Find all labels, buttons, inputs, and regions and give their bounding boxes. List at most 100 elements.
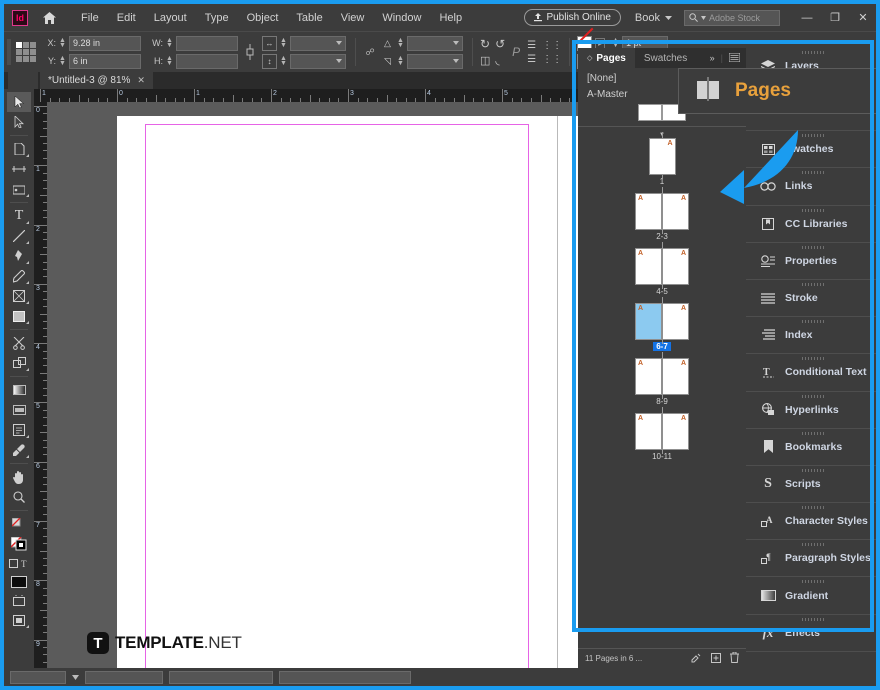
dock-grip[interactable] <box>802 395 824 398</box>
dock-grip[interactable] <box>802 209 824 212</box>
formatting-affects-container-icon[interactable]: T <box>7 554 31 574</box>
scale-x-input[interactable] <box>290 36 346 51</box>
note-tool[interactable] <box>7 420 31 440</box>
book-dropdown[interactable]: Book <box>635 12 672 24</box>
chain-link-icon[interactable]: ☍ <box>363 47 377 58</box>
spread-item[interactable]: A A 4-5 <box>578 248 746 296</box>
home-icon[interactable] <box>40 12 58 24</box>
menu-item-file[interactable]: File <box>72 12 108 24</box>
dock-item-conditional-text[interactable]: T Conditional Text <box>746 354 880 391</box>
pages-list[interactable]: ▼ A 1 A A 2-3 <box>578 127 746 648</box>
spread-thumbnails[interactable]: A A <box>635 193 689 230</box>
dock-item-hyperlinks[interactable]: Hyperlinks <box>746 392 880 429</box>
page-thumbnail-selected[interactable]: A <box>635 303 662 340</box>
page-thumbnail[interactable]: A <box>635 248 662 285</box>
page-thumbnail[interactable]: A <box>662 358 689 395</box>
h-stepper[interactable]: ▲▼ <box>166 56 173 66</box>
dock-item-pages-highlighted[interactable]: Pages <box>678 68 880 114</box>
spread-thumbnails[interactable]: A A <box>635 303 689 340</box>
apply-color-swatch[interactable] <box>7 574 31 590</box>
adobe-stock-search[interactable]: Adobe Stock <box>684 10 780 26</box>
menu-item-type[interactable]: Type <box>196 12 238 24</box>
reference-point-selector[interactable] <box>16 42 36 62</box>
line-tool[interactable] <box>7 226 31 246</box>
dock-grip[interactable] <box>802 246 824 249</box>
rectangle-tool[interactable] <box>7 306 31 326</box>
dock-grip[interactable] <box>802 357 824 360</box>
page-thumbnail[interactable]: A <box>635 193 662 230</box>
spread-thumbnails[interactable]: A <box>649 138 676 175</box>
normal-view-mode-icon[interactable] <box>7 590 31 610</box>
dock-item-stroke[interactable]: Stroke <box>746 280 880 317</box>
preview-mode-icon[interactable] <box>7 610 31 630</box>
menu-item-view[interactable]: View <box>332 12 374 24</box>
rotate-ccw-icon[interactable]: ↺ <box>495 37 505 51</box>
master-thumb-left[interactable] <box>638 104 662 121</box>
page-thumbnail[interactable]: A <box>662 303 689 340</box>
dock-item-character-styles[interactable]: A Character Styles <box>746 503 880 540</box>
expand-panels-icon[interactable]: » <box>710 53 715 63</box>
preflight-status[interactable] <box>169 671 273 684</box>
stroke-swatch-dropdown[interactable]: ▸ <box>595 38 605 49</box>
hand-tool[interactable] <box>7 467 31 487</box>
dock-item-properties[interactable]: Properties <box>746 243 880 280</box>
dock-item-paragraph-styles[interactable]: ¶ Paragraph Styles <box>746 540 880 577</box>
scale-y-input[interactable] <box>290 54 346 69</box>
scale-y-stepper[interactable]: ▲▼ <box>280 56 287 66</box>
shear-stepper[interactable]: ▲▼ <box>397 56 404 66</box>
x-input[interactable]: 9.28 in <box>69 36 141 51</box>
h-input[interactable] <box>176 54 238 69</box>
spread-item-selected[interactable]: A A 6-7 <box>578 303 746 351</box>
frame-tool[interactable] <box>7 286 31 306</box>
w-input[interactable] <box>176 36 238 51</box>
shear-input[interactable] <box>407 54 463 69</box>
menu-item-table[interactable]: Table <box>287 12 331 24</box>
minimize-button[interactable]: — <box>794 8 820 28</box>
dock-grip[interactable] <box>802 506 824 509</box>
dock-grip[interactable] <box>802 320 824 323</box>
rotate-stepper[interactable]: ▲▼ <box>397 38 404 48</box>
delete-page-icon[interactable] <box>730 652 739 665</box>
maximize-button[interactable]: ❐ <box>822 8 848 28</box>
spread-thumbnails[interactable]: A A <box>635 248 689 285</box>
panel-menu-icon[interactable] <box>729 53 740 64</box>
pencil-tool[interactable] <box>7 266 31 286</box>
dock-grip[interactable] <box>802 283 824 286</box>
fill-stroke-indicator[interactable] <box>7 514 31 534</box>
align-bottom-icon[interactable]: ☰ <box>527 54 536 65</box>
gradient-swatch-tool[interactable] <box>7 380 31 400</box>
rotate-cw-icon[interactable]: ↻ <box>480 37 490 51</box>
distribute-v-icon[interactable]: ⋮⋮ <box>542 54 562 65</box>
zoom-level-input[interactable] <box>10 671 66 684</box>
y-input[interactable]: 6 in <box>69 54 141 69</box>
edit-page-size-icon[interactable] <box>691 653 702 665</box>
menu-item-layout[interactable]: Layout <box>145 12 196 24</box>
flip-horizontal-icon[interactable]: ◫ <box>480 54 490 67</box>
page-thumbnail[interactable]: A <box>635 413 662 450</box>
eyedropper-tool[interactable] <box>7 440 31 460</box>
menu-item-edit[interactable]: Edit <box>108 12 145 24</box>
y-stepper[interactable]: ▲▼ <box>59 56 66 66</box>
pen-tool[interactable] <box>7 246 31 266</box>
page-tool[interactable] <box>7 139 31 159</box>
gradient-feather-tool[interactable] <box>7 400 31 420</box>
dock-item-bookmarks[interactable]: Bookmarks <box>746 429 880 466</box>
align-top-icon[interactable]: ☰ <box>527 40 536 51</box>
menu-item-help[interactable]: Help <box>430 12 471 24</box>
publish-online-button[interactable]: Publish Online <box>524 9 620 26</box>
spread-thumbnails[interactable]: A A <box>635 413 689 450</box>
fill-stroke-swatch-pair[interactable] <box>7 534 31 554</box>
content-collector-tool[interactable] <box>7 179 31 199</box>
dock-grip[interactable] <box>802 432 824 435</box>
flip-vertical-icon[interactable]: ◟ <box>495 54 499 67</box>
dock-grip[interactable] <box>802 51 824 54</box>
chevron-down-icon[interactable] <box>72 675 79 680</box>
tab-pages[interactable]: ◇ Pages <box>578 48 635 68</box>
page-thumbnail[interactable]: A <box>662 248 689 285</box>
new-page-icon[interactable] <box>711 653 721 665</box>
stroke-weight-stepper[interactable]: ▲▼ <box>612 38 619 48</box>
spread-item[interactable]: A A 8-9 <box>578 358 746 406</box>
dock-item-cc-libraries[interactable]: CC Libraries <box>746 206 880 243</box>
scale-x-stepper[interactable]: ▲▼ <box>280 38 287 48</box>
page-thumbnail[interactable]: A <box>662 413 689 450</box>
